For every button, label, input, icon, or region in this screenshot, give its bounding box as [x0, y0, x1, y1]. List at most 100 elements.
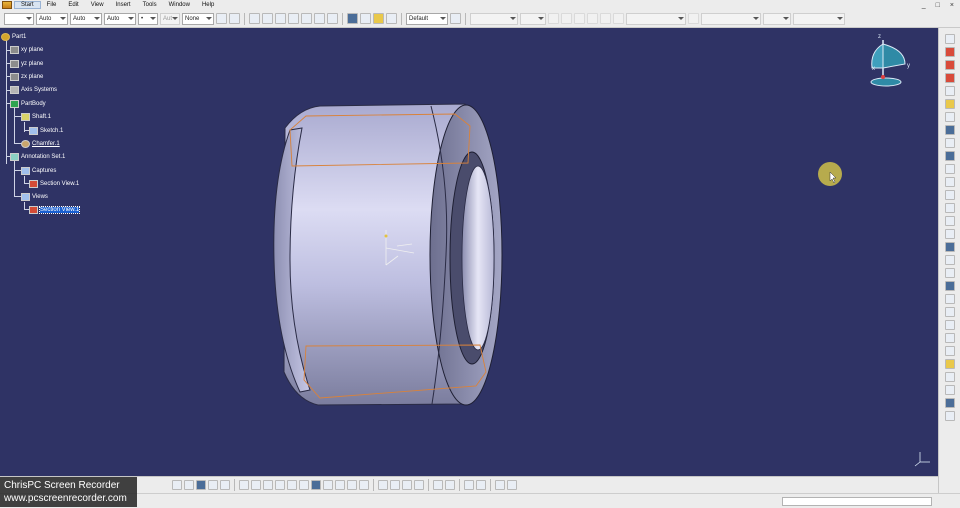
tree-node-part1[interactable]: Part1 — [1, 32, 26, 42]
tree-node-chamfer[interactable]: Chamfer.1 — [21, 139, 60, 149]
tool-icon[interactable] — [433, 480, 443, 490]
annotation-tool-icon[interactable] — [944, 34, 955, 44]
restore-button[interactable]: □ — [936, 2, 940, 9]
up-arrow-icon[interactable] — [347, 13, 358, 24]
subscript-icon[interactable] — [613, 13, 624, 24]
tool-icon[interactable] — [944, 385, 955, 395]
tree-node-sketch[interactable]: Sketch.1 — [29, 126, 63, 136]
font-size-combo[interactable] — [520, 12, 546, 25]
swap-space-icon[interactable] — [335, 480, 345, 490]
table-icon[interactable] — [476, 480, 486, 490]
tool-icon[interactable] — [495, 480, 505, 490]
tool-icon[interactable] — [944, 177, 955, 187]
iso-view-icon[interactable] — [287, 480, 297, 490]
tree-node-xy-plane[interactable]: xy plane — [10, 45, 43, 55]
linetype-combo[interactable]: Auto — [70, 12, 102, 25]
tool-icon[interactable] — [507, 480, 517, 490]
tree-node-annotation-set[interactable]: Annotation Set.1 — [10, 152, 65, 162]
tool-icon[interactable] — [944, 346, 955, 356]
tool-icon[interactable] — [944, 359, 955, 369]
tree-node-capture-section-view[interactable]: Section View.1 — [29, 179, 79, 189]
tool-icon[interactable] — [390, 480, 400, 490]
tool-icon[interactable] — [944, 99, 955, 109]
tool-icon[interactable] — [414, 480, 424, 490]
tool-icon[interactable] — [944, 151, 955, 161]
minimize-button[interactable]: _ — [922, 2, 926, 9]
render-style-icon[interactable] — [311, 480, 321, 490]
color-combo[interactable]: Auto — [104, 12, 136, 25]
paint-brush-icon[interactable] — [216, 13, 227, 24]
view-aligned-icon[interactable] — [944, 73, 955, 83]
fly-mode-icon[interactable] — [172, 480, 182, 490]
menu-insert[interactable]: Insert — [110, 2, 137, 8]
tool-icon[interactable] — [944, 164, 955, 174]
frame-icon[interactable] — [688, 13, 699, 24]
power-input-field[interactable] — [782, 497, 932, 506]
compass-icon[interactable]: z y x — [870, 34, 910, 87]
tool-icon[interactable] — [944, 229, 955, 239]
tool-icon[interactable] — [944, 268, 955, 278]
autofill-combo[interactable]: Aut — [160, 12, 180, 25]
tool-icon[interactable] — [944, 242, 955, 252]
symbol-combo[interactable] — [701, 12, 761, 25]
painter-icon[interactable] — [229, 13, 240, 24]
paste-icon[interactable] — [314, 13, 325, 24]
zoom-out-icon[interactable] — [251, 480, 261, 490]
frame-icon[interactable] — [360, 13, 371, 24]
folder-icon[interactable] — [373, 13, 384, 24]
copy-icon[interactable] — [301, 13, 312, 24]
layer-combo[interactable]: None — [182, 12, 214, 25]
tree-node-section-view[interactable]: Section View.1 — [29, 205, 81, 215]
tool-icon[interactable] — [944, 372, 955, 382]
line-type-combo[interactable] — [4, 12, 34, 25]
tool-icon[interactable] — [327, 13, 338, 24]
tool-icon[interactable] — [944, 138, 955, 148]
shading-icon[interactable] — [299, 480, 309, 490]
italic-icon[interactable] — [561, 13, 572, 24]
normal-view-icon[interactable] — [263, 480, 273, 490]
tool-icon[interactable] — [944, 281, 955, 291]
tool-icon[interactable] — [944, 307, 955, 317]
catia-logo-icon[interactable] — [2, 1, 12, 9]
tool-icon[interactable] — [944, 216, 955, 226]
underline-icon[interactable] — [574, 13, 585, 24]
grid-icon[interactable] — [464, 480, 474, 490]
style-brush-icon[interactable] — [450, 13, 461, 24]
font-combo[interactable] — [470, 12, 518, 25]
view-section-icon[interactable] — [944, 60, 955, 70]
tool-icon[interactable] — [944, 294, 955, 304]
multi-view-icon[interactable] — [275, 480, 285, 490]
tool-icon[interactable] — [378, 480, 388, 490]
menu-tools[interactable]: Tools — [137, 2, 163, 8]
superscript-icon[interactable] — [600, 13, 611, 24]
strike-icon[interactable] — [587, 13, 598, 24]
dimension-combo[interactable] — [793, 12, 845, 25]
pan-icon[interactable] — [208, 480, 218, 490]
text-style-combo[interactable]: Default — [406, 12, 448, 25]
tree-node-yz-plane[interactable]: yz plane — [10, 59, 43, 69]
zoom-in-icon[interactable] — [239, 480, 249, 490]
save-icon[interactable] — [275, 13, 286, 24]
menu-view[interactable]: View — [85, 2, 110, 8]
tree-node-captures[interactable]: Captures — [21, 166, 56, 176]
tree-node-views[interactable]: Views — [21, 192, 48, 202]
bold-icon[interactable] — [548, 13, 559, 24]
fit-all-icon[interactable] — [196, 480, 206, 490]
anchor-combo[interactable] — [626, 12, 686, 25]
tool-icon[interactable] — [944, 190, 955, 200]
tree-node-zx-plane[interactable]: zx plane — [10, 72, 43, 82]
tool-icon[interactable] — [944, 125, 955, 135]
scale-combo[interactable] — [763, 12, 791, 25]
view-tool-icon[interactable] — [249, 13, 260, 24]
tool-icon[interactable] — [944, 112, 955, 122]
tool-icon[interactable] — [944, 320, 955, 330]
close-button[interactable]: × — [950, 2, 954, 9]
tool-icon[interactable] — [445, 480, 455, 490]
view-tool-icon[interactable] — [262, 13, 273, 24]
grid-icon[interactable] — [288, 13, 299, 24]
hide-show-icon[interactable] — [323, 480, 333, 490]
tree-node-partbody[interactable]: PartBody — [10, 99, 46, 109]
tool-icon[interactable] — [944, 398, 955, 408]
walk-icon[interactable] — [184, 480, 194, 490]
tool-icon[interactable] — [359, 480, 369, 490]
